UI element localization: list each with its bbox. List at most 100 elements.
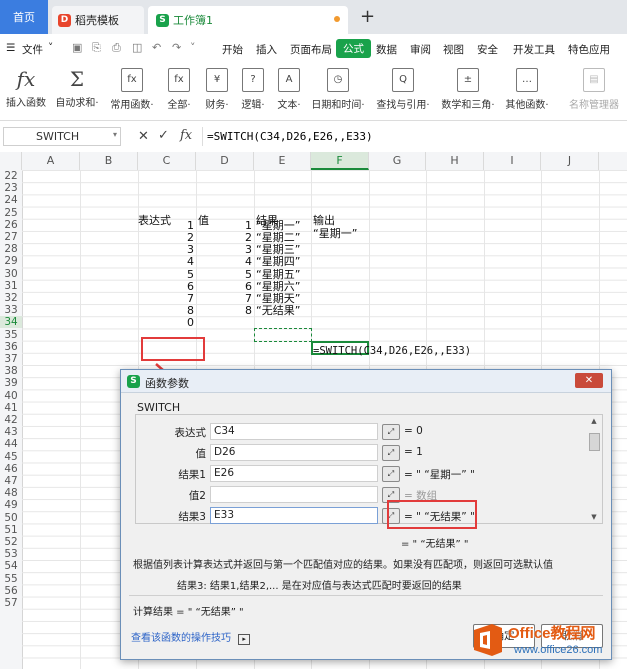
column-header[interactable]: I — [484, 152, 541, 170]
row-header[interactable]: 55 — [0, 573, 22, 585]
tab-workbook[interactable]: S 工作簿1 — [148, 6, 348, 34]
cell-d31[interactable]: 6 — [196, 280, 252, 293]
cell-f25-header[interactable]: 输出 — [313, 215, 335, 227]
cell-c34[interactable]: 0 — [138, 317, 194, 329]
argument-scrollbar[interactable]: ▲ ▼ — [588, 417, 600, 521]
row-header[interactable]: 38 — [0, 365, 22, 377]
row-header[interactable]: 36 — [0, 341, 22, 353]
cell-d28[interactable]: 3 — [196, 244, 252, 256]
column-header[interactable]: B — [80, 152, 138, 170]
tab-home[interactable]: 首页 — [0, 0, 48, 34]
undo-icon[interactable]: ↶ — [152, 41, 164, 54]
menu-formula[interactable]: 公式 — [336, 39, 371, 58]
row-header[interactable]: 49 — [0, 499, 22, 511]
cell-e30[interactable]: “星期五” — [256, 268, 300, 281]
cell-c26[interactable]: 1 — [138, 219, 194, 232]
financial-button[interactable]: ¥ 财务· — [200, 68, 234, 111]
row-header[interactable]: 42 — [0, 414, 22, 426]
row-header[interactable]: 25 — [0, 207, 22, 219]
cell-d27[interactable]: 2 — [196, 232, 252, 244]
other-functions-button[interactable]: … 其他函数· — [502, 68, 552, 111]
datetime-button[interactable]: ◷ 日期和时间· — [308, 68, 368, 111]
row-header[interactable]: 29 — [0, 255, 22, 267]
dialog-title-bar[interactable]: S 函数参数 ✕ — [121, 370, 611, 393]
row-header[interactable]: 32 — [0, 292, 22, 304]
row-header[interactable]: 44 — [0, 438, 22, 450]
row-header[interactable]: 46 — [0, 463, 22, 475]
menu-special-apps[interactable]: 特色应用 — [568, 42, 610, 57]
math-trig-button[interactable]: ± 数学和三角· — [438, 68, 498, 111]
cell-d26[interactable]: 1 — [196, 219, 252, 232]
hamburger-icon[interactable]: ☰ — [6, 42, 15, 54]
select-all-corner[interactable] — [0, 152, 22, 170]
row-header[interactable]: 43 — [0, 426, 22, 438]
row-header[interactable]: 34 — [0, 316, 22, 329]
video-icon[interactable]: ▸ — [238, 634, 251, 645]
range-picker-icon[interactable]: ⤢ — [382, 466, 400, 482]
column-header[interactable]: H — [426, 152, 484, 170]
row-header[interactable]: 23 — [0, 182, 22, 194]
cell-e26[interactable]: “星期一” — [256, 219, 300, 232]
arg-input-result1[interactable]: E26 — [210, 465, 378, 482]
menu-review[interactable]: 审阅 — [410, 42, 431, 57]
lookup-button[interactable]: Q 查找与引用· — [372, 68, 434, 111]
cell-c30[interactable]: 5 — [138, 268, 194, 281]
menu-security[interactable]: 安全 — [477, 42, 498, 57]
cell-d32[interactable]: 7 — [196, 293, 252, 305]
row-header[interactable]: 37 — [0, 353, 22, 365]
menu-start[interactable]: 开始 — [222, 42, 243, 57]
row-header[interactable]: 40 — [0, 390, 22, 402]
menu-developer[interactable]: 开发工具 — [513, 42, 555, 57]
cell-c28[interactable]: 3 — [138, 244, 194, 256]
arg-input-value[interactable]: D26 — [210, 444, 378, 461]
column-header[interactable]: E — [254, 152, 311, 170]
row-header[interactable]: 26 — [0, 219, 22, 231]
arg-input-result3[interactable]: E33 — [210, 507, 378, 524]
row-header[interactable]: 28 — [0, 243, 22, 255]
menu-page-layout[interactable]: 页面布局 — [290, 42, 332, 57]
scroll-thumb[interactable] — [589, 433, 600, 451]
all-functions-button[interactable]: fx 全部· — [162, 68, 196, 111]
cell-e29[interactable]: “星期四” — [256, 256, 300, 268]
cell-e28[interactable]: “星期三” — [256, 244, 300, 256]
scroll-down-icon[interactable]: ▼ — [588, 513, 600, 521]
export-icon[interactable]: ⎘ — [92, 41, 104, 54]
cell-e31[interactable]: “星期六” — [256, 280, 300, 293]
arg-input-expression[interactable]: C34 — [210, 423, 378, 440]
row-header[interactable]: 50 — [0, 512, 22, 524]
cell-e27[interactable]: “星期二” — [256, 232, 300, 244]
row-header[interactable]: 56 — [0, 585, 22, 597]
column-header-selected[interactable]: F — [311, 152, 369, 170]
row-header[interactable]: 41 — [0, 402, 22, 414]
row-header[interactable]: 54 — [0, 560, 22, 572]
help-link[interactable]: 查看该函数的操作技巧 — [131, 633, 231, 644]
close-icon[interactable]: ✕ — [575, 373, 603, 388]
column-header[interactable]: J — [541, 152, 599, 170]
redo-icon[interactable]: ↷ — [172, 41, 184, 54]
preview-icon[interactable]: ◫ — [132, 41, 144, 54]
insert-function-button[interactable]: fx 插入函数 — [4, 68, 48, 109]
row-header[interactable]: 33 — [0, 304, 22, 316]
range-picker-icon[interactable]: ⤢ — [382, 424, 400, 440]
fx-icon[interactable]: fx — [180, 128, 192, 143]
range-picker-icon[interactable]: ⤢ — [382, 445, 400, 461]
row-header[interactable]: 35 — [0, 329, 22, 341]
column-header[interactable]: D — [196, 152, 254, 170]
row-header[interactable]: 51 — [0, 524, 22, 536]
cell-c29[interactable]: 4 — [138, 256, 194, 268]
cell-d30[interactable]: 5 — [196, 268, 252, 281]
cell-e33[interactable]: “无结果” — [256, 305, 300, 317]
name-manager-button[interactable]: ▤ 名称管理器 — [566, 68, 622, 111]
cell-d33[interactable]: 8 — [196, 305, 252, 317]
column-header[interactable]: C — [138, 152, 196, 170]
confirm-icon[interactable]: ✓ — [158, 128, 169, 143]
logical-button[interactable]: ? 逻辑· — [236, 68, 270, 111]
cell-d29[interactable]: 4 — [196, 256, 252, 268]
cell-c32[interactable]: 7 — [138, 293, 194, 305]
row-header[interactable]: 31 — [0, 280, 22, 292]
cancel-icon[interactable]: ✕ — [138, 129, 149, 144]
column-header[interactable]: A — [22, 152, 80, 170]
text-button[interactable]: A 文本· — [272, 68, 306, 111]
row-header[interactable]: 27 — [0, 231, 22, 243]
autosum-button[interactable]: Σ 自动求和· — [52, 68, 102, 109]
